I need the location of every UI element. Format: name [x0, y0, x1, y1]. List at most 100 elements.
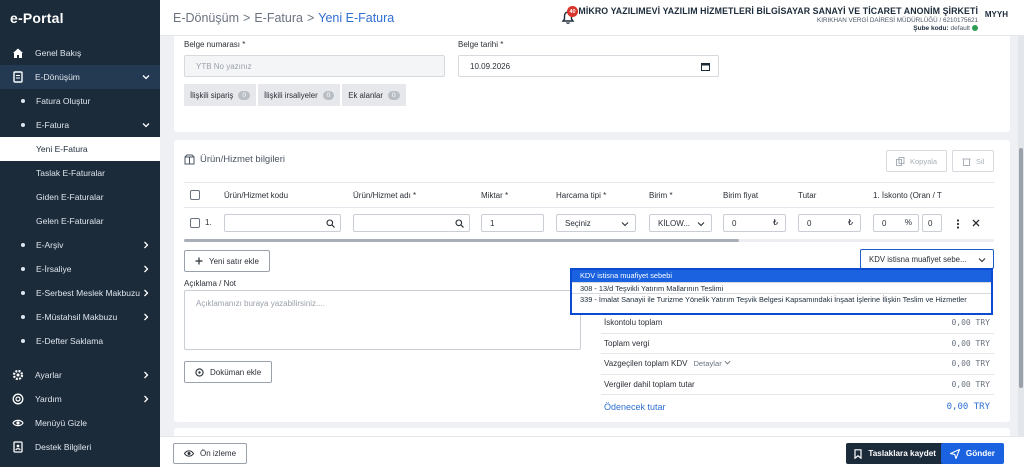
- search-icon[interactable]: [455, 219, 464, 228]
- tab-related-order[interactable]: İlişkili sipariş 0: [184, 84, 256, 106]
- box-icon: [184, 154, 195, 165]
- sidebar-item-settings[interactable]: Ayarlar: [0, 363, 160, 387]
- delete-button[interactable]: Sil: [952, 150, 995, 172]
- more-options-icon[interactable]: [956, 219, 960, 229]
- branch-label: Şube kodu:: [913, 25, 949, 32]
- breadcrumb-separator: >: [306, 10, 315, 25]
- sidebar-item-label: Ayarlar: [35, 370, 62, 380]
- tab-count-badge: 0: [238, 90, 250, 100]
- sidebar-item-e-serbest-meslek[interactable]: E-Serbest Meslek Makbuzu: [0, 281, 160, 305]
- chevron-down-icon: [142, 75, 150, 80]
- chevron-down-icon: [621, 222, 629, 227]
- currency-lira-icon: ₺: [847, 218, 853, 227]
- gear-icon: [12, 369, 24, 381]
- sidebar-item-label: Destek Bilgileri: [35, 442, 92, 452]
- chevron-right-icon: [144, 395, 149, 403]
- notification-count-badge: 40: [567, 6, 578, 17]
- col-product-name: Ürün/Hizmet adı *: [353, 191, 417, 200]
- sidebar-item-e-irsaliye[interactable]: E-İrsaliye: [0, 257, 160, 281]
- total-row-tax: Toplam vergi 0,00 TRY: [601, 334, 994, 354]
- company-name: MİKRO YAZILIMEVİ YAZILIM HİZMETLERİ BİLG…: [578, 6, 978, 16]
- product-name-input[interactable]: [353, 214, 470, 232]
- sidebar-item-label: E-Müstahsil Makbuzu: [36, 312, 118, 322]
- sidebar-item-help[interactable]: Yardım: [0, 387, 160, 411]
- kdv-option-339[interactable]: 339 - İmalat Sanayii ile Turizme Yönelik…: [572, 293, 991, 305]
- doc-no-label: Belge numarası *: [184, 40, 246, 49]
- kdv-exemption-select[interactable]: KDV istisna muafiyet sebe...: [860, 249, 994, 269]
- amount-input[interactable]: 0 ₺: [798, 214, 861, 232]
- discount-amount-input[interactable]: 0: [922, 214, 942, 232]
- details-toggle[interactable]: Detaylar: [693, 359, 731, 368]
- doc-no-input[interactable]: YTB No yazınız: [184, 55, 445, 77]
- tab-related-waybills[interactable]: İlişkili irsaliyeler 0: [257, 84, 341, 106]
- copy-label: Kopyala: [910, 156, 938, 166]
- table-scroll-thumb[interactable]: [184, 239, 739, 242]
- row-checkbox[interactable]: [190, 218, 200, 228]
- sidebar-item-gelen-e-faturalar[interactable]: Gelen E-Faturalar: [0, 209, 160, 233]
- notes-label: Açıklama / Not: [184, 279, 237, 288]
- tab-extra-fields[interactable]: Ek alanlar 0: [342, 84, 406, 106]
- support-icon: [12, 441, 24, 453]
- send-icon: [949, 448, 960, 459]
- chevron-right-icon: [144, 289, 149, 297]
- notes-textarea[interactable]: Açıklamanızı buraya yazabilirsiniz....: [184, 290, 581, 350]
- notifications-button[interactable]: 40: [560, 6, 578, 25]
- save-draft-label: Taslaklara kaydet: [868, 449, 936, 458]
- unit-select[interactable]: KİLOW...: [649, 214, 712, 232]
- sidebar-item-giden-e-faturalar[interactable]: Giden E-Faturalar: [0, 185, 160, 209]
- unit-price-input[interactable]: 0 ₺: [723, 214, 786, 232]
- delete-label: Sil: [976, 156, 985, 166]
- add-row-button[interactable]: Yeni satır ekle: [184, 250, 270, 272]
- page-scrollbar-thumb[interactable]: [1019, 148, 1023, 388]
- sidebar-item-support[interactable]: Destek Bilgileri: [0, 435, 160, 459]
- chevron-right-icon: [144, 241, 149, 249]
- total-row-waived-kdv: Vazgeçilen toplam KDV Detaylar 0,00 TRY: [601, 354, 994, 375]
- unit-value: KİLOW...: [658, 218, 691, 228]
- sidebar-item-e-arsiv[interactable]: E-Arşiv: [0, 233, 160, 257]
- row-index: 1.: [205, 218, 212, 227]
- doc-date-input[interactable]: 10.09.2026: [458, 55, 719, 77]
- product-code-input[interactable]: [224, 214, 341, 232]
- copy-button[interactable]: Kopyala: [886, 150, 948, 172]
- discount-rate-input[interactable]: 0 %: [873, 214, 919, 232]
- breadcrumb-item[interactable]: E-Dönüşüm: [173, 11, 239, 25]
- sidebar-item-e-donusum[interactable]: E-Dönüşüm: [0, 65, 160, 89]
- avatar[interactable]: MYYH: [985, 10, 1008, 19]
- calendar-icon[interactable]: [701, 62, 710, 71]
- app-logo[interactable]: e-Portal: [0, 0, 160, 36]
- sidebar-item-yeni-e-fatura[interactable]: Yeni E-Fatura: [0, 137, 160, 161]
- kdv-option-placeholder[interactable]: KDV istisna muafiyet sebebi: [572, 270, 991, 282]
- tab-count-badge: 0: [387, 90, 400, 100]
- attach-document-button[interactable]: Doküman ekle: [184, 361, 273, 383]
- sidebar-item-e-mustahsil[interactable]: E-Müstahsil Makbuzu: [0, 305, 160, 329]
- sidebar-item-label: E-Fatura: [36, 120, 70, 130]
- add-row-label: Yeni satır ekle: [209, 256, 259, 266]
- preview-button[interactable]: Ön izleme: [173, 443, 248, 464]
- sidebar-item-taslak-e-faturalar[interactable]: Taslak E-Faturalar: [0, 161, 160, 185]
- bottom-action-bar: Ön izleme Taslaklara kaydet Gönder: [160, 436, 1024, 467]
- bullet-icon: [21, 315, 25, 319]
- doc-date-value: 10.09.2026: [470, 61, 511, 71]
- branch-value: default: [950, 25, 970, 32]
- save-draft-button[interactable]: Taslaklara kaydet: [846, 443, 944, 464]
- sidebar-item-e-fatura[interactable]: E-Fatura: [0, 113, 160, 137]
- page-scrollbar[interactable]: [1018, 36, 1024, 467]
- expense-type-select[interactable]: Seçiniz: [556, 214, 636, 232]
- section-title-text: Ürün/Hizmet bilgileri: [200, 154, 285, 165]
- send-button[interactable]: Gönder: [940, 443, 1004, 464]
- col-unit: Birim *: [649, 191, 673, 200]
- sidebar-item-fatura-olustur[interactable]: Fatura Oluştur: [0, 89, 160, 113]
- document-info-card: Belge numarası * YTB No yazınız Belge ta…: [174, 36, 1010, 132]
- search-icon[interactable]: [326, 219, 335, 228]
- sidebar-item-e-defter[interactable]: E-Defter Saklama: [0, 329, 160, 353]
- quantity-input[interactable]: 1: [481, 214, 544, 232]
- col-product-code: Ürün/Hizmet kodu: [224, 191, 289, 200]
- close-icon[interactable]: [972, 219, 980, 227]
- kdv-option-308[interactable]: 308 - 13/d Teşvikli Yatırım Mallarının T…: [572, 281, 991, 294]
- send-label: Gönder: [965, 449, 995, 458]
- breadcrumb-item[interactable]: E-Fatura: [254, 11, 303, 25]
- select-all-checkbox[interactable]: [190, 190, 200, 200]
- sidebar-item-overview[interactable]: Genel Bakış: [0, 41, 160, 65]
- sidebar-item-hide-menu[interactable]: Menüyü Gizle: [0, 411, 160, 435]
- copy-icon: [896, 156, 905, 166]
